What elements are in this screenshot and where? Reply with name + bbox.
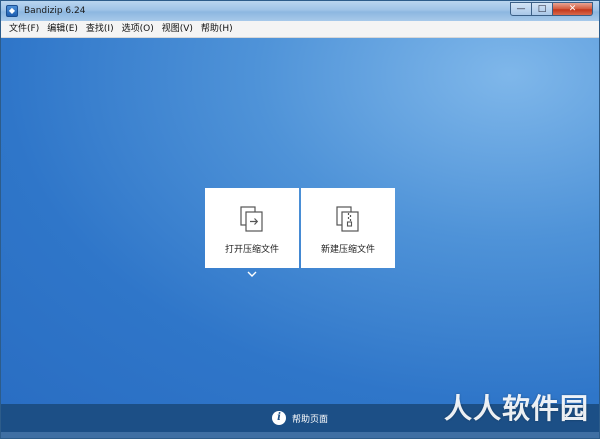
- menu-file[interactable]: 文件(F): [5, 21, 43, 38]
- status-bar: [1, 432, 599, 438]
- menu-view[interactable]: 视图(V): [158, 21, 197, 38]
- bandizip-app-icon[interactable]: ◆: [6, 5, 18, 17]
- menu-find[interactable]: 查找(I): [82, 21, 118, 38]
- main-area: 打开压缩文件 新建压缩文件: [1, 38, 599, 404]
- window-title: Bandizip 6.24: [24, 6, 86, 16]
- menu-help[interactable]: 帮助(H): [197, 21, 237, 38]
- info-icon: i: [271, 411, 286, 425]
- new-archive-label: 新建压缩文件: [320, 245, 375, 255]
- new-archive-button[interactable]: 新建压缩文件: [301, 188, 395, 268]
- help-page-link[interactable]: 帮助页面: [292, 412, 328, 425]
- close-button[interactable]: ✕: [553, 2, 593, 16]
- open-archive-label: 打开压缩文件: [224, 245, 279, 255]
- open-archive-icon: [240, 206, 263, 232]
- title-bar[interactable]: ◆ Bandizip 6.24 — □ ✕: [1, 1, 599, 21]
- chevron-down-icon[interactable]: [245, 270, 259, 278]
- open-archive-button[interactable]: 打开压缩文件: [205, 188, 299, 268]
- app-window: ◆ Bandizip 6.24 — □ ✕ 文件(F) 编辑(E) 查找(I) …: [0, 0, 600, 439]
- minimize-button[interactable]: —: [510, 2, 532, 16]
- window-controls: — □ ✕: [510, 2, 593, 16]
- menu-bar: 文件(F) 编辑(E) 查找(I) 选项(O) 视图(V) 帮助(H): [1, 21, 599, 38]
- maximize-button[interactable]: □: [532, 2, 553, 16]
- menu-options[interactable]: 选项(O): [118, 21, 158, 38]
- new-archive-icon: [336, 206, 359, 232]
- menu-edit[interactable]: 编辑(E): [43, 21, 82, 38]
- watermark-text: 人人软件园: [443, 392, 589, 425]
